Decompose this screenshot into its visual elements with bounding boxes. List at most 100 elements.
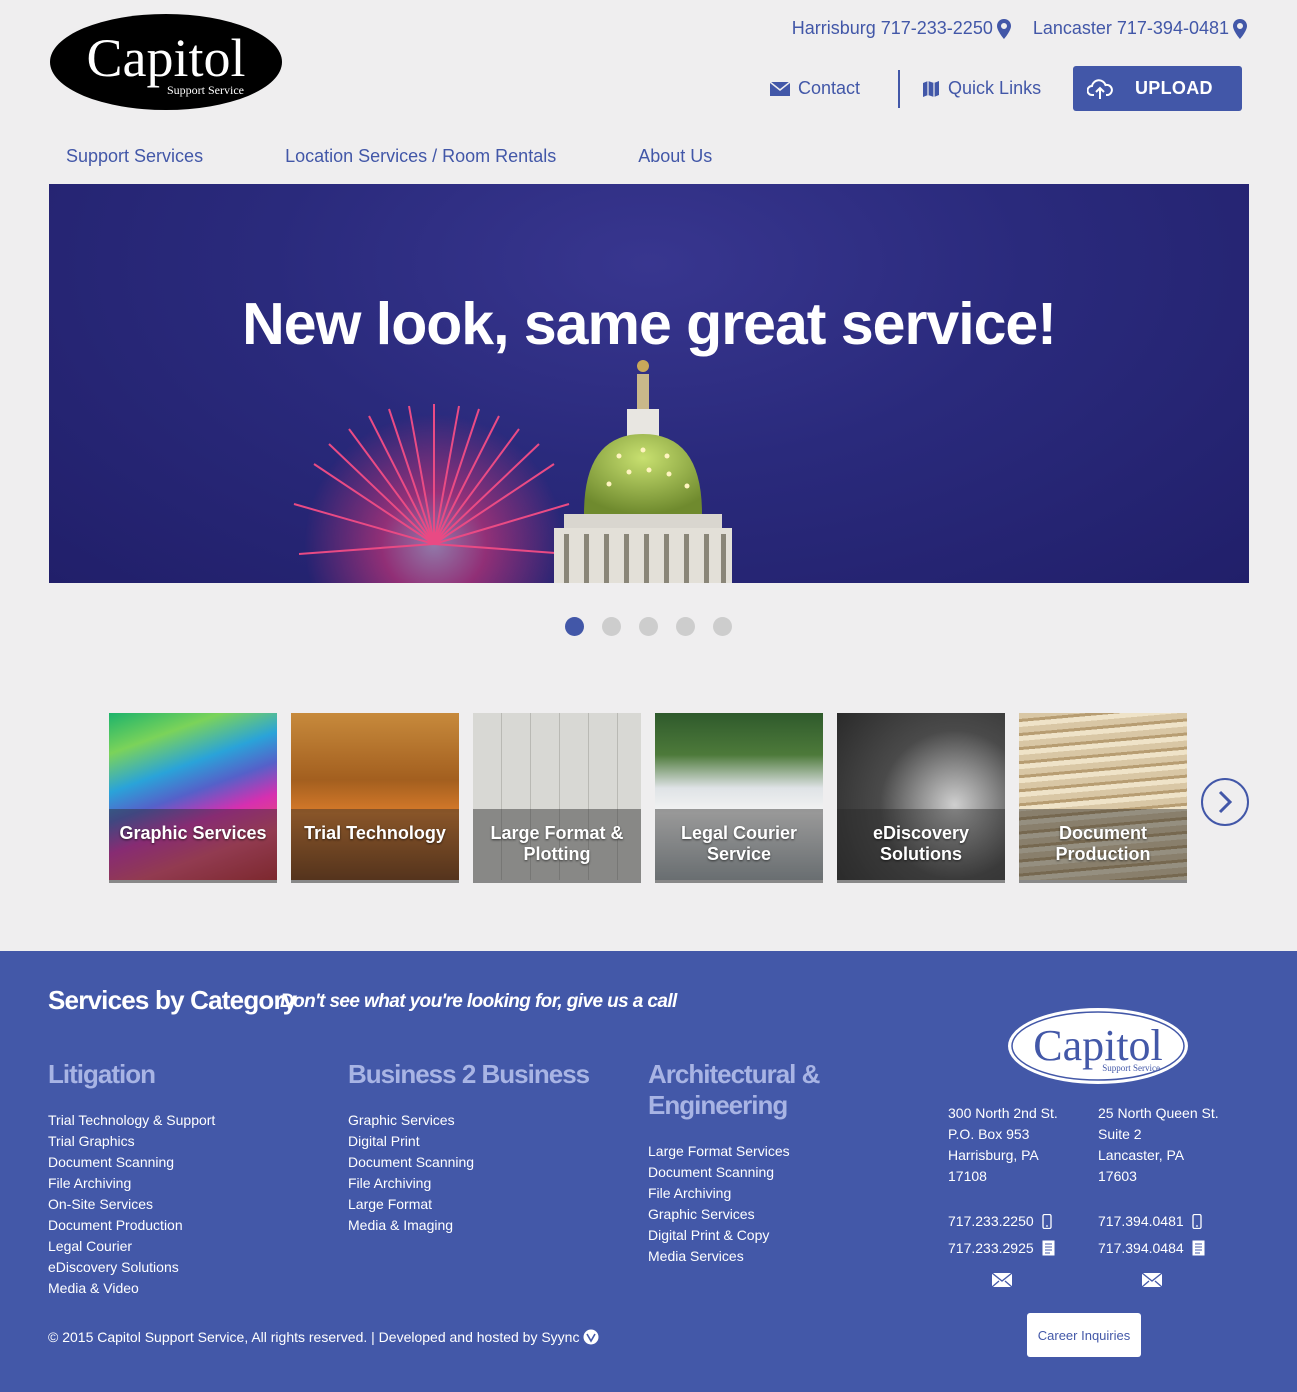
category-link[interactable]: eDiscovery Solutions — [48, 1257, 338, 1278]
slider-dots — [565, 617, 732, 636]
harrisburg-address: 300 North 2nd St. P.O. Box 953 Harrisbur… — [948, 1103, 1058, 1187]
address-line: 17108 — [948, 1168, 987, 1184]
category-link[interactable]: Large Format — [348, 1194, 638, 1215]
main-nav: Support Services Location Services / Roo… — [66, 146, 794, 167]
service-tiles: Graphic Services Trial Technology Large … — [109, 713, 1187, 883]
tile-overlay — [291, 809, 459, 880]
category-link[interactable]: File Archiving — [348, 1173, 638, 1194]
slide-dot-4[interactable] — [676, 617, 695, 636]
category-link[interactable]: Large Format Services — [648, 1141, 938, 1162]
cloud-upload-icon — [1087, 78, 1113, 99]
tile-label: Trial Technology — [304, 823, 446, 843]
tile-large-format[interactable]: Large Format & Plotting — [473, 713, 641, 883]
career-inquiries-button[interactable]: Career Inquiries — [1027, 1313, 1141, 1357]
category-link[interactable]: File Archiving — [48, 1173, 338, 1194]
contact-link[interactable]: Contact — [770, 78, 860, 99]
fax-document-icon — [1192, 1240, 1205, 1256]
map-pin-icon — [996, 18, 1011, 39]
tile-trial-technology[interactable]: Trial Technology — [291, 713, 459, 883]
footer-logo: Capitol Support Service — [1008, 1008, 1188, 1084]
phone-lancaster[interactable]: Lancaster 717-394-0481 — [1033, 18, 1247, 39]
email-harrisburg-icon[interactable] — [992, 1273, 1012, 1287]
harrisburg-phone[interactable]: 717.233.2250 — [948, 1213, 1052, 1229]
quick-links-label: Quick Links — [948, 78, 1042, 98]
category-link[interactable]: Media & Imaging — [348, 1215, 638, 1236]
category-link[interactable]: Graphic Services — [648, 1204, 938, 1225]
copyright-text: © 2015 Capitol Support Service, All righ… — [48, 1329, 580, 1345]
tile-legal-courier[interactable]: Legal Courier Service — [655, 713, 823, 883]
tile-label: Graphic Services — [119, 823, 267, 843]
tile-graphic-services[interactable]: Graphic Services — [109, 713, 277, 883]
address-line: Suite 2 — [1098, 1126, 1142, 1142]
lancaster-fax[interactable]: 717.394.0484 — [1098, 1240, 1205, 1256]
footer-tagline: Don't see what you're looking for, give … — [280, 991, 677, 1012]
category-link[interactable]: Document Scanning — [48, 1152, 338, 1173]
chevron-right-icon — [1218, 790, 1233, 814]
address-line: Lancaster, PA — [1098, 1147, 1185, 1163]
tile-label: Legal Courier Service — [680, 823, 798, 864]
slide-dot-5[interactable] — [713, 617, 732, 636]
tile-overlay — [109, 809, 277, 880]
footer-logo-subtext: Support Service — [1102, 1063, 1160, 1073]
syync-logo-icon[interactable] — [583, 1329, 599, 1345]
address-line: P.O. Box 953 — [948, 1126, 1030, 1142]
map-icon — [923, 80, 940, 97]
contact-label: Contact — [798, 78, 861, 98]
tile-label: eDiscovery Solutions — [872, 823, 970, 864]
category-link[interactable]: Document Production — [48, 1215, 338, 1236]
tile-ediscovery[interactable]: eDiscovery Solutions — [837, 713, 1005, 883]
phone-number: 717.233.2250 — [948, 1213, 1034, 1229]
harrisburg-fax[interactable]: 717.233.2925 — [948, 1240, 1055, 1256]
category-litigation: Litigation Trial Technology & Support Tr… — [48, 1059, 338, 1299]
email-lancaster-icon[interactable] — [1142, 1273, 1162, 1287]
capitol-dome — [554, 360, 732, 583]
category-link[interactable]: Legal Courier — [48, 1236, 338, 1257]
category-link[interactable]: Digital Print — [348, 1131, 638, 1152]
utility-links: Contact Quick Links — [770, 66, 1041, 111]
category-architectural: Architectural & Engineering Large Format… — [648, 1059, 938, 1267]
category-link[interactable]: Trial Graphics — [48, 1131, 338, 1152]
tiles-next-button[interactable] — [1201, 778, 1249, 826]
quick-links-link[interactable]: Quick Links — [922, 78, 1041, 99]
footer: Services by Category Don't see what you'… — [0, 951, 1297, 1392]
phone-harrisburg-label: Harrisburg 717-233-2250 — [791, 18, 993, 38]
category-link[interactable]: Digital Print & Copy — [648, 1225, 938, 1246]
slide-dot-2[interactable] — [602, 617, 621, 636]
tile-label: Large Format & Plotting — [490, 823, 624, 864]
hero-title: New look, same great service! — [242, 291, 1057, 357]
category-link[interactable]: Media Services — [648, 1246, 938, 1267]
slide-dot-1[interactable] — [565, 617, 584, 636]
hero-slide[interactable]: New look, same great service! — [49, 184, 1249, 583]
category-link[interactable]: Media & Video — [48, 1278, 338, 1299]
category-link[interactable]: On-Site Services — [48, 1194, 338, 1215]
category-link[interactable]: File Archiving — [648, 1183, 938, 1204]
address-line: 300 North 2nd St. — [948, 1105, 1058, 1121]
tile-document-production[interactable]: Document Production — [1019, 713, 1187, 883]
lancaster-phone[interactable]: 717.394.0481 — [1098, 1213, 1202, 1229]
slide-dot-3[interactable] — [639, 617, 658, 636]
category-link[interactable]: Trial Technology & Support — [48, 1110, 338, 1131]
nav-item-support-services[interactable]: Support Services — [66, 146, 203, 167]
upload-button[interactable]: UPLOAD — [1073, 66, 1242, 111]
fax-number: 717.233.2925 — [948, 1240, 1034, 1256]
nav-item-location-services[interactable]: Location Services / Room Rentals — [285, 146, 556, 167]
category-link[interactable]: Document Scanning — [648, 1162, 938, 1183]
fireworks — [293, 404, 570, 583]
envelope-icon — [770, 81, 790, 96]
nav-item-about-us[interactable]: About Us — [638, 146, 712, 167]
category-title: Business 2 Business — [348, 1059, 590, 1089]
category-business: Business 2 Business Graphic Services Dig… — [348, 1059, 638, 1236]
address-line: Harrisburg, PA — [948, 1147, 1039, 1163]
address-line: 17603 — [1098, 1168, 1137, 1184]
lancaster-address: 25 North Queen St. Suite 2 Lancaster, PA… — [1098, 1103, 1219, 1187]
fax-document-icon — [1042, 1240, 1055, 1256]
mobile-phone-icon — [1191, 1213, 1202, 1229]
capitol-logo[interactable]: Capitol Support Service — [48, 12, 285, 112]
category-title: Architectural & Engineering — [648, 1059, 820, 1120]
category-link[interactable]: Graphic Services — [348, 1110, 638, 1131]
map-pin-icon — [1233, 18, 1247, 39]
copyright: © 2015 Capitol Support Service, All righ… — [48, 1329, 599, 1345]
category-link[interactable]: Document Scanning — [348, 1152, 638, 1173]
phone-harrisburg[interactable]: Harrisburg 717-233-2250 — [792, 18, 1011, 39]
location-phones: Harrisburg 717-233-2250 Lancaster 717-39… — [792, 18, 1247, 39]
